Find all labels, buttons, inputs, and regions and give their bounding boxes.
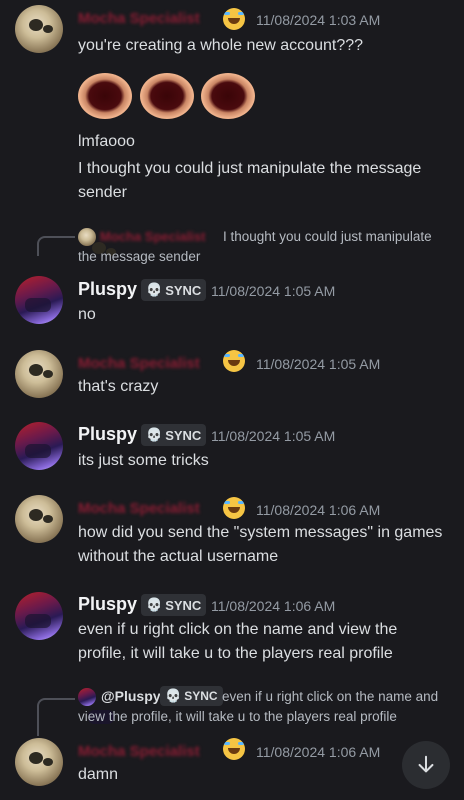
arrow-down-icon [418, 755, 434, 773]
skull-icon: 💀 [146, 427, 163, 442]
timestamp: 11/08/2024 1:06 AM [256, 744, 381, 760]
message-text: even if u right click on the name and vi… [78, 621, 398, 638]
timestamp: 11/08/2024 1:05 AM [256, 356, 381, 372]
skull-icon: 💀 [146, 282, 163, 297]
avatar[interactable] [15, 592, 63, 640]
skull-icon: 💀 [165, 688, 182, 703]
timestamp: 11/08/2024 1:06 AM [211, 598, 336, 614]
message-text: I thought you could just manipulate the … [78, 160, 422, 177]
redacted-username[interactable]: Mocha Specialist [78, 355, 200, 372]
badge-label: SYNC [165, 427, 202, 443]
avatar[interactable] [15, 495, 63, 543]
avatar[interactable] [15, 422, 63, 470]
server-tag-badge[interactable]: 💀 SYNC [141, 279, 207, 301]
redacted-username[interactable]: Mocha Specialist [78, 10, 200, 27]
message-text: without the actual username [78, 548, 279, 565]
username[interactable]: Pluspy [78, 279, 137, 300]
message-text: no [78, 306, 96, 323]
reply-preview[interactable]: even if u right click on the name and [222, 687, 438, 707]
rofl-emoji-icon [223, 350, 245, 372]
reply-connector [37, 698, 75, 736]
emoji-donut [201, 73, 255, 119]
avatar[interactable] [15, 276, 63, 324]
message-text: damn [78, 766, 119, 783]
timestamp: 11/08/2024 1:06 AM [256, 502, 381, 518]
avatar[interactable] [15, 350, 63, 398]
redacted-username[interactable]: Mocha Specialist [78, 500, 200, 517]
reply-avatar[interactable] [78, 688, 114, 724]
message-text: its just some tricks [78, 452, 209, 469]
timestamp: 11/08/2024 1:05 AM [211, 428, 336, 444]
emoji-donut [78, 73, 132, 119]
message-text: how did you send the "system messages" i… [78, 524, 443, 541]
message-text: lmfaooo [78, 133, 135, 150]
server-tag-badge[interactable]: 💀 SYNC [141, 424, 207, 446]
server-tag-badge[interactable]: 💀 SYNC [141, 594, 207, 616]
reply-preview[interactable]: view the profile, it will take u to the … [78, 707, 397, 727]
avatar[interactable] [15, 738, 63, 786]
timestamp: 11/08/2024 1:05 AM [211, 283, 336, 299]
rofl-emoji-icon [223, 8, 245, 30]
rofl-emoji-icon [223, 738, 245, 760]
redacted-username[interactable]: Mocha Specialist [78, 743, 200, 760]
reply-mention[interactable]: @Pluspy [101, 688, 161, 704]
reply-preview[interactable]: I thought you could just manipulate the … [78, 227, 448, 267]
timestamp: 11/08/2024 1:03 AM [256, 12, 381, 28]
badge-label: SYNC [165, 282, 202, 298]
message-text: that's crazy [78, 378, 159, 395]
username[interactable]: Pluspy [78, 594, 137, 615]
username[interactable]: Pluspy [78, 424, 137, 445]
rofl-emoji-icon [223, 497, 245, 519]
reply-badge: 💀 SYNC [160, 686, 223, 706]
badge-label: SYNC [165, 597, 202, 613]
message-text: sender [78, 184, 127, 201]
skull-icon: 💀 [146, 597, 163, 612]
avatar[interactable] [15, 5, 63, 53]
message-text: profile, it will take u to the players r… [78, 645, 393, 662]
reply-connector [37, 236, 75, 256]
emoji-donut [140, 73, 194, 119]
badge-label: SYNC [184, 689, 218, 703]
message-text: you're creating a whole new account??? [78, 37, 364, 54]
scroll-to-bottom-button[interactable] [402, 741, 450, 789]
